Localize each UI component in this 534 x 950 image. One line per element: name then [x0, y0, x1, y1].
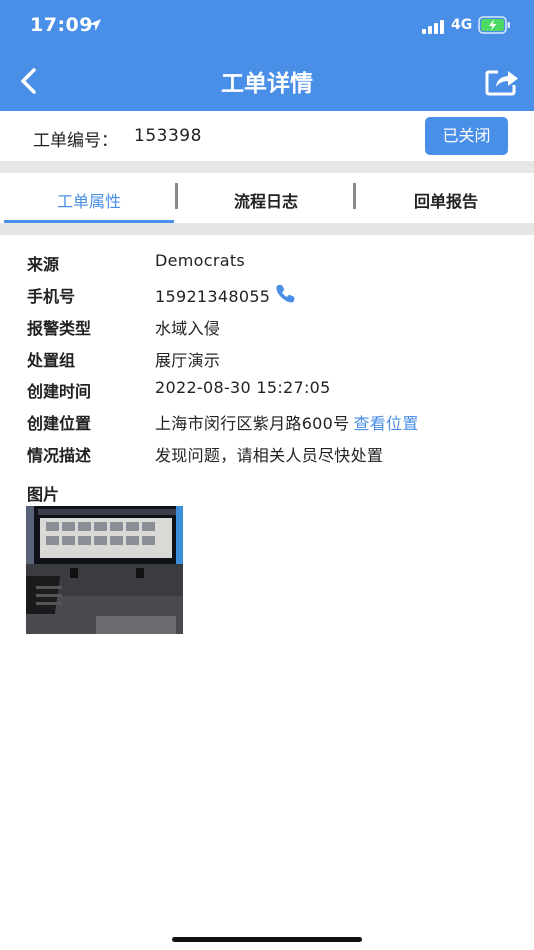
status-time: 17:09 [30, 14, 93, 36]
detail-label: 处置组 [27, 351, 76, 370]
tab-divider [353, 183, 356, 209]
detail-label: 创建时间 [27, 382, 92, 401]
section-divider [0, 223, 534, 235]
phone-number: 15921348055 [155, 287, 271, 306]
battery-charging-icon [478, 16, 510, 34]
tab-divider [175, 183, 178, 209]
tab-attributes[interactable]: 工单属性 [4, 173, 174, 223]
detail-label: 手机号 [27, 287, 76, 306]
attached-photo[interactable] [26, 506, 183, 634]
share-icon [485, 70, 518, 96]
tab-bar: 工单属性 流程日志 回单报告 [0, 173, 534, 223]
detail-row-description: 情况描述 发现问题，请相关人员尽快处置 [0, 442, 534, 472]
detail-value: 发现问题，请相关人员尽快处置 [155, 446, 384, 465]
page-title: 工单详情 [221, 71, 313, 97]
detail-value-location: 上海市闵行区紫月路600号 查看位置 [155, 410, 419, 434]
signal-icon [422, 20, 444, 34]
detail-value: 展厅演示 [155, 351, 221, 370]
location-address: 上海市闵行区紫月路600号 [155, 414, 350, 433]
order-number-row: 工单编号： 153398 已关闭 [0, 111, 534, 161]
order-number-label: 工单编号： [33, 131, 118, 151]
detail-label: 情况描述 [27, 446, 92, 465]
detail-row-phone: 手机号 15921348055 [0, 283, 534, 313]
detail-value: Democrats [155, 251, 246, 270]
detail-row-created-time: 创建时间 2022-08-30 15:27:05 [0, 378, 534, 408]
phone-icon[interactable] [274, 283, 298, 305]
order-number-value: 153398 [134, 126, 202, 146]
view-location-link[interactable]: 查看位置 [353, 414, 418, 433]
network-type: 4G [451, 17, 473, 33]
home-indicator [172, 937, 362, 942]
detail-row-source: 来源 Democrats [0, 251, 534, 281]
tab-process-log[interactable]: 流程日志 [180, 173, 352, 223]
detail-row-created-location: 创建位置 上海市闵行区紫月路600号 查看位置 [0, 410, 534, 440]
detail-value: 2022-08-30 15:27:05 [155, 378, 331, 397]
detail-value-phone: 15921348055 [155, 283, 298, 306]
share-button[interactable] [484, 66, 520, 96]
tab-report[interactable]: 回单报告 [358, 173, 534, 223]
detail-row-alarm-type: 报警类型 水域入侵 [0, 315, 534, 345]
detail-label: 创建位置 [27, 414, 92, 433]
status-bar: 17:09 4G [0, 0, 534, 52]
section-divider [0, 161, 534, 173]
status-button[interactable]: 已关闭 [425, 117, 508, 155]
pictures-label: 图片 [27, 485, 60, 504]
detail-label: 来源 [27, 255, 60, 274]
photo-thumbnail [26, 506, 183, 634]
detail-value: 水域入侵 [155, 319, 221, 338]
detail-row-handler-group: 处置组 展厅演示 [0, 347, 534, 377]
location-arrow-icon [89, 19, 101, 31]
detail-label: 报警类型 [27, 319, 92, 338]
app-header: 17:09 4G 工单详情 [0, 0, 534, 111]
